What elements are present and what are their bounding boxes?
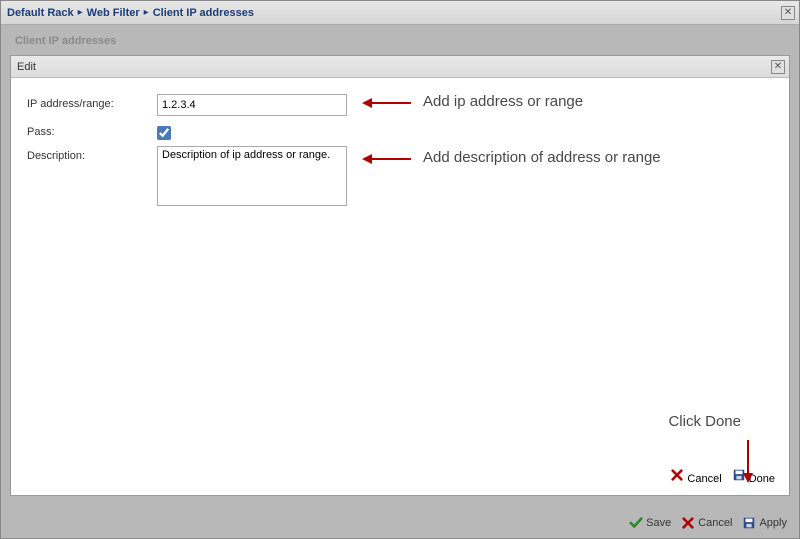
edit-modal: Edit ✕ IP address/range: Pass: Descripti… bbox=[10, 55, 790, 496]
modal-title-bar: Edit ✕ bbox=[11, 56, 789, 78]
save-button[interactable]: Save bbox=[629, 516, 671, 530]
chevron-right-icon: ▸ bbox=[78, 7, 83, 18]
annotation-text-description: Add description of address or range bbox=[423, 149, 661, 166]
page-button-bar: Save Cancel Apply bbox=[629, 516, 787, 530]
cancel-button[interactable]: Cancel bbox=[681, 516, 732, 530]
cancel-label: Cancel bbox=[698, 517, 732, 529]
floppy-icon bbox=[742, 516, 756, 530]
annotation-text-ip: Add ip address or range bbox=[423, 93, 583, 110]
ip-label: IP address/range: bbox=[27, 94, 157, 110]
ip-address-input[interactable] bbox=[157, 94, 347, 116]
modal-cancel-button[interactable]: Cancel bbox=[670, 468, 721, 485]
annotation-arrow bbox=[365, 102, 411, 104]
modal-button-bar: Cancel Done bbox=[670, 468, 775, 485]
modal-cancel-label: Cancel bbox=[687, 473, 721, 485]
chevron-right-icon: ▸ bbox=[144, 7, 149, 18]
breadcrumb-item-rack[interactable]: Default Rack bbox=[7, 7, 74, 19]
description-textarea[interactable]: Description of ip address or range. bbox=[157, 146, 347, 206]
annotation-text-done: Click Done bbox=[668, 413, 741, 430]
pass-checkbox[interactable] bbox=[157, 126, 171, 140]
breadcrumb-item-clientip[interactable]: Client IP addresses bbox=[153, 7, 254, 19]
description-label: Description: bbox=[27, 146, 157, 162]
check-icon bbox=[629, 516, 643, 530]
breadcrumb: Default Rack ▸ Web Filter ▸ Client IP ad… bbox=[1, 1, 799, 25]
modal-close-icon[interactable]: ✕ bbox=[771, 60, 785, 74]
x-icon bbox=[670, 468, 684, 482]
breadcrumb-item-webfilter[interactable]: Web Filter bbox=[87, 7, 140, 19]
apply-button[interactable]: Apply bbox=[742, 516, 787, 530]
window-close-icon[interactable]: ✕ bbox=[781, 6, 795, 20]
x-icon bbox=[681, 516, 695, 530]
modal-done-button[interactable]: Done bbox=[732, 468, 775, 485]
modal-title: Edit bbox=[17, 61, 36, 73]
annotation-arrow-down bbox=[747, 440, 749, 480]
annotation-arrow bbox=[365, 158, 411, 160]
save-label: Save bbox=[646, 517, 671, 529]
pass-label: Pass: bbox=[27, 122, 157, 138]
tab-client-ip: Client IP addresses bbox=[15, 35, 116, 47]
apply-label: Apply bbox=[759, 517, 787, 529]
